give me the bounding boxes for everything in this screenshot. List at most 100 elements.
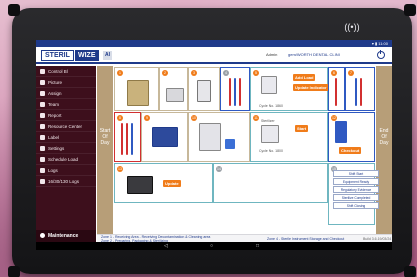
sidebar-item-picture[interactable]: Picture <box>36 77 96 88</box>
report-icon <box>40 113 45 118</box>
corner-bumper <box>8 4 20 16</box>
step-badge: 11 <box>253 115 259 121</box>
logs-icon <box>40 179 45 184</box>
home-icon[interactable]: ○ <box>210 242 213 250</box>
shift-closing-button[interactable]: Shift Closing <box>333 202 379 209</box>
logs-icon <box>40 168 45 173</box>
equipment-image <box>199 123 221 151</box>
pouch-image <box>225 139 235 149</box>
power-icon[interactable] <box>377 50 385 59</box>
sterilizer-image <box>261 125 279 143</box>
brand-badge: AI <box>103 51 112 60</box>
label-icon <box>40 135 45 140</box>
zone-4-label: Zone 4 - Sterile Instrument Storage and … <box>267 237 345 241</box>
sidebar-item-schedule-load[interactable]: Schedule Load <box>36 154 96 165</box>
station-cell[interactable]: 13 Update <box>114 163 213 203</box>
step-badge: 4 <box>223 70 229 76</box>
station-cell[interactable]: 8 <box>114 112 141 162</box>
sidebar-item-label: Logs <box>48 168 58 173</box>
sterilize-completed-button[interactable]: Sterilize Completed <box>333 194 379 201</box>
autoclave-image <box>152 127 178 147</box>
sidebar-item-logs[interactable]: Logs <box>36 165 96 176</box>
sidebar-item-label: Settings <box>48 146 65 151</box>
station-cell[interactable]: 12 Checkout <box>328 112 375 162</box>
step-badge: 14 <box>216 166 222 172</box>
station-cell[interactable]: 2 <box>159 67 188 111</box>
sidebar-item-team[interactable]: Team <box>36 99 96 110</box>
brand-logo-left: STERIL <box>41 50 74 61</box>
status-bar: ▾ ▮ 11:00 <box>36 40 392 47</box>
corner-bumper <box>404 266 416 277</box>
app-header: STERIL WIZE AI Admin gem/WORTH DENTAL CL… <box>36 47 392 64</box>
sidebar-item-report[interactable]: Report <box>36 110 96 121</box>
android-nav-bar: ◁ ○ □ <box>36 242 392 250</box>
clock-icon <box>40 157 45 162</box>
washer-image <box>197 80 211 102</box>
recents-icon[interactable]: □ <box>256 242 259 250</box>
ultrasonic-image <box>127 176 153 194</box>
sidebar-item-control[interactable]: Control Bl <box>36 66 96 77</box>
instrument-image <box>335 78 337 106</box>
nfc-icon: ((•)) <box>344 22 360 32</box>
sidebar-item-label: Control Bl <box>48 69 68 74</box>
sterilizer-image <box>261 76 277 94</box>
storage-image <box>335 121 347 143</box>
sidebar-item-resource-center[interactable]: Resource Center <box>36 121 96 132</box>
station-cell[interactable]: 14 <box>213 163 328 203</box>
cycle-number: Cycle No. 1860 <box>259 104 283 108</box>
back-icon[interactable]: ◁ <box>164 242 168 250</box>
step-badge: 9 <box>144 115 150 121</box>
picture-icon <box>40 80 45 85</box>
station-cell[interactable]: 9 <box>141 112 188 162</box>
start-lane <box>97 66 113 234</box>
sidebar-item-cycle-logs[interactable]: 16/30/130 Logs <box>36 176 96 187</box>
sidebar-item-label: Picture <box>48 80 63 85</box>
sidebar-item-label: 16/30/130 Logs <box>48 179 80 184</box>
step-badge: 2 <box>162 70 168 76</box>
update-indicator-button[interactable]: Update Indicator <box>293 84 329 91</box>
equipment-ready-button[interactable]: Equipment Ready <box>333 178 379 185</box>
sidebar-item-label: Resource Center <box>48 124 83 129</box>
user-name[interactable]: Admin <box>266 52 277 57</box>
step-badge: 7 <box>348 70 354 76</box>
station-cell[interactable]: 10 <box>188 112 250 162</box>
instrument-image <box>131 123 133 155</box>
step-badge: 3 <box>191 70 197 76</box>
instrument-image <box>239 78 241 106</box>
station-cell[interactable]: 6 <box>328 67 345 111</box>
station-cell[interactable]: 4 <box>220 67 250 111</box>
station-cell[interactable]: 3 <box>188 67 220 111</box>
app-screen: ▾ ▮ 11:00 STERIL WIZE AI Admin gem/WORTH… <box>36 40 392 250</box>
instrument-image <box>229 78 231 106</box>
station-cell[interactable]: 5 Cycle No. 1860 Add Load Update Indicat… <box>250 67 329 111</box>
sidebar-item-maintenance[interactable]: Maintenance <box>36 230 96 242</box>
instrument-image <box>121 123 123 155</box>
add-load-button[interactable]: Add Load <box>293 74 316 81</box>
station-cell[interactable]: 1 <box>114 67 159 111</box>
sidebar-item-assign[interactable]: Assign <box>36 88 96 99</box>
sidebar: Control Bl Picture Assign Team Report Re… <box>36 66 96 250</box>
sink-image <box>166 88 184 102</box>
shift-start-button[interactable]: Shift Start <box>333 170 379 177</box>
team-icon <box>40 102 45 107</box>
gear-icon <box>40 146 45 151</box>
regulatory-evidence-button[interactable]: Regulatory Evidence <box>333 186 379 193</box>
step-badge: 10 <box>191 115 197 121</box>
control-icon <box>40 69 45 74</box>
sidebar-item-settings[interactable]: Settings <box>36 143 96 154</box>
checkout-button[interactable]: Checkout <box>339 147 362 154</box>
instrument-image <box>355 78 357 106</box>
start-button[interactable]: Start <box>295 125 309 132</box>
sidebar-item-label-print[interactable]: Label <box>36 132 96 143</box>
assign-icon <box>40 91 45 96</box>
step-badge: 13 <box>117 166 123 172</box>
clinic-name[interactable]: gem/WORTH DENTAL CLINI <box>288 52 340 57</box>
start-of-day-label: Start Of Day <box>99 128 111 146</box>
cycle-number: Cycle No. 1800 <box>259 149 283 153</box>
station-cell[interactable]: 11 Sterilizer Cycle No. 1800 Start <box>250 112 328 162</box>
step-badge: 1 <box>117 70 123 76</box>
station-cell[interactable]: 7 <box>345 67 375 111</box>
update-button[interactable]: Update <box>163 180 181 187</box>
sidebar-item-label: Schedule Load <box>48 157 79 162</box>
